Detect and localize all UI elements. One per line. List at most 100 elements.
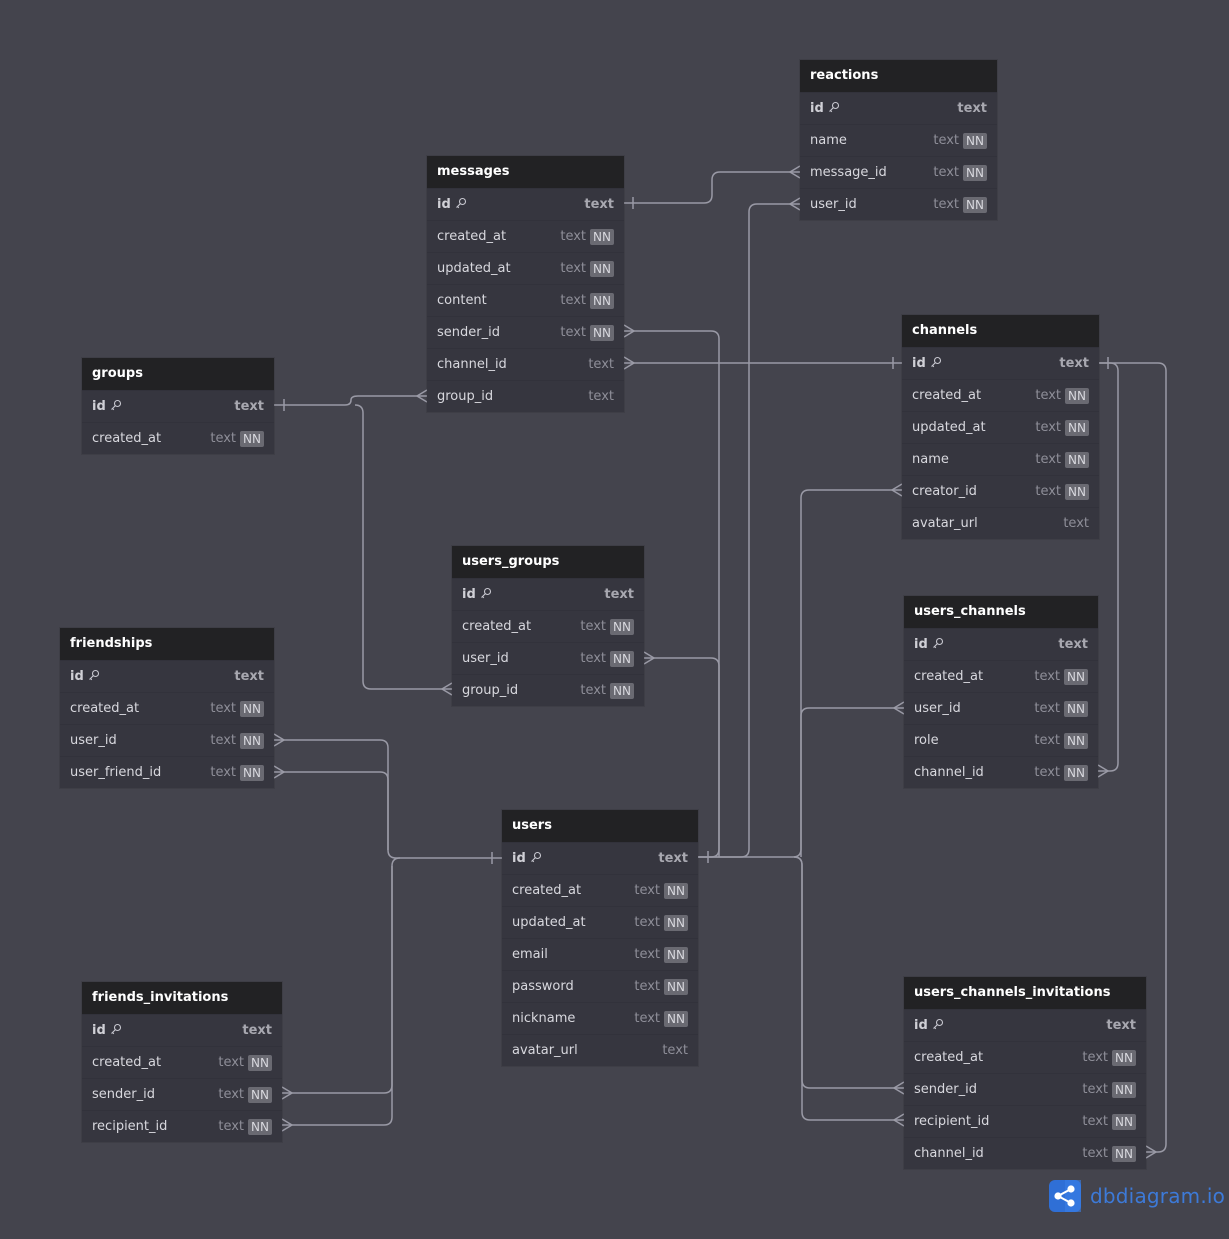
table-header[interactable]: users — [502, 810, 698, 842]
table-header[interactable]: friendships — [60, 628, 274, 660]
field-row[interactable]: updated_at text NN — [427, 252, 624, 284]
table-header[interactable]: users_groups — [452, 546, 644, 578]
field-row[interactable]: user_id text NN — [60, 724, 274, 756]
table-channels[interactable]: channels id text created_at text NN updated_at… — [902, 315, 1099, 539]
field-row[interactable]: group_id text — [427, 380, 624, 412]
table-friends-invitations[interactable]: friends_invitations id text created_at text N… — [82, 982, 282, 1142]
field-row[interactable]: created_at text NN — [452, 610, 644, 642]
field-name: role — [914, 732, 939, 748]
table-users[interactable]: users id text created_at text NN updated_at tex… — [502, 810, 698, 1066]
not-null-badge: NN — [590, 228, 614, 245]
table-header[interactable]: groups — [82, 358, 274, 390]
field-row[interactable]: channel_id text NN — [904, 1137, 1146, 1169]
table-users-groups[interactable]: users_groups id text created_at text NN user_i… — [452, 546, 644, 706]
field-row[interactable]: user_id text NN — [904, 692, 1098, 724]
field-meta: text NN — [218, 1079, 272, 1111]
field-row[interactable]: channel_id text — [427, 348, 624, 380]
field-type: text — [560, 260, 587, 276]
field-row[interactable]: created_at text NN — [82, 1046, 282, 1078]
field-meta: text — [662, 1035, 688, 1067]
field-row[interactable]: avatar_url text — [902, 507, 1099, 539]
field-row[interactable]: recipient_id text NN — [82, 1110, 282, 1142]
field-meta: text — [588, 349, 614, 381]
field-row[interactable]: id text — [452, 578, 644, 610]
field-row[interactable]: channel_id text NN — [904, 756, 1098, 788]
table-messages[interactable]: messages id text created_at text NN updated_at… — [427, 156, 624, 412]
field-type: text — [1082, 1113, 1109, 1129]
field-row[interactable]: id text — [82, 390, 274, 422]
not-null-badge: NN — [664, 1010, 688, 1027]
field-name-wrap: group_id — [462, 675, 518, 707]
field-name-wrap: id — [70, 661, 100, 693]
field-row[interactable]: nickname text NN — [502, 1002, 698, 1034]
field-row[interactable]: id text — [904, 628, 1098, 660]
not-null-badge: NN — [1064, 764, 1088, 781]
field-row[interactable]: created_at text NN — [427, 220, 624, 252]
field-row[interactable]: created_at text NN — [904, 660, 1098, 692]
field-name-wrap: sender_id — [92, 1079, 155, 1111]
field-row[interactable]: id text — [502, 842, 698, 874]
field-row[interactable]: avatar_url text — [502, 1034, 698, 1066]
field-row[interactable]: created_at text NN — [82, 422, 274, 454]
field-name-wrap: id — [462, 579, 492, 611]
not-null-badge: NN — [590, 260, 614, 277]
not-null-badge: NN — [1112, 1081, 1136, 1098]
table-friendships[interactable]: friendships id text created_at text NN user_id… — [60, 628, 274, 788]
table-users-channels[interactable]: users_channels id text created_at text NN user… — [904, 596, 1098, 788]
table-groups[interactable]: groups id text created_at text NN — [82, 358, 274, 454]
table-header[interactable]: users_channels_invitations — [904, 977, 1146, 1009]
field-row[interactable]: sender_id text NN — [82, 1078, 282, 1110]
field-name-wrap: id — [914, 629, 944, 661]
field-row[interactable]: creator_id text NN — [902, 475, 1099, 507]
table-header[interactable]: users_channels — [904, 596, 1098, 628]
link-reactions-message_id-messages-id — [624, 171, 800, 204]
field-meta: text NN — [1034, 725, 1088, 757]
field-row[interactable]: name text NN — [800, 124, 997, 156]
field-row[interactable]: content text NN — [427, 284, 624, 316]
field-meta: text — [584, 189, 614, 221]
table-header[interactable]: friends_invitations — [82, 982, 282, 1014]
field-name: group_id — [462, 682, 519, 698]
field-row[interactable]: updated_at text NN — [502, 906, 698, 938]
field-row[interactable]: sender_id text NN — [427, 316, 624, 348]
link-reactions-user_id-users-id — [698, 203, 800, 858]
field-row[interactable]: user_friend_id text NN — [60, 756, 274, 788]
field-row[interactable]: id text — [902, 347, 1099, 379]
link-users_channels-user_id-users-id — [800, 707, 904, 857]
field-row[interactable]: message_id text NN — [800, 156, 997, 188]
field-row[interactable]: user_id text NN — [800, 188, 997, 220]
field-name-wrap: created_at — [914, 1042, 983, 1074]
field-row[interactable]: role text NN — [904, 724, 1098, 756]
field-row[interactable]: created_at text NN — [502, 874, 698, 906]
field-row[interactable]: id text — [427, 188, 624, 220]
field-row[interactable]: group_id text NN — [452, 674, 644, 706]
field-row[interactable]: sender_id text NN — [904, 1073, 1146, 1105]
field-type: text — [584, 196, 614, 212]
field-row[interactable]: password text NN — [502, 970, 698, 1002]
field-row[interactable]: id text — [60, 660, 274, 692]
table-header[interactable]: reactions — [800, 60, 997, 92]
table-header[interactable]: channels — [902, 315, 1099, 347]
table-reactions[interactable]: reactions id text name text NN message_id text N… — [800, 60, 997, 220]
table-users-channels-invitations[interactable]: users_channels_invitations id text created_… — [904, 977, 1146, 1169]
field-meta: text NN — [634, 1003, 688, 1035]
primary-key-icon — [932, 1011, 944, 1029]
field-row[interactable]: created_at text NN — [902, 379, 1099, 411]
field-row[interactable]: id text — [904, 1009, 1146, 1041]
field-meta: text NN — [218, 1047, 272, 1079]
dbdiagram-brand[interactable]: dbdiagram.io — [1049, 1180, 1225, 1212]
field-type: text — [1058, 636, 1088, 652]
field-name: user_friend_id — [70, 764, 162, 780]
field-row[interactable]: email text NN — [502, 938, 698, 970]
field-row[interactable]: created_at text NN — [60, 692, 274, 724]
table-header[interactable]: messages — [427, 156, 624, 188]
field-row[interactable]: updated_at text NN — [902, 411, 1099, 443]
field-row[interactable]: id text — [800, 92, 997, 124]
field-meta: text NN — [1035, 380, 1089, 412]
field-row[interactable]: user_id text NN — [452, 642, 644, 674]
field-row[interactable]: id text — [82, 1014, 282, 1046]
field-meta: text NN — [634, 971, 688, 1003]
field-row[interactable]: recipient_id text NN — [904, 1105, 1146, 1137]
field-row[interactable]: created_at text NN — [904, 1041, 1146, 1073]
field-row[interactable]: name text NN — [902, 443, 1099, 475]
